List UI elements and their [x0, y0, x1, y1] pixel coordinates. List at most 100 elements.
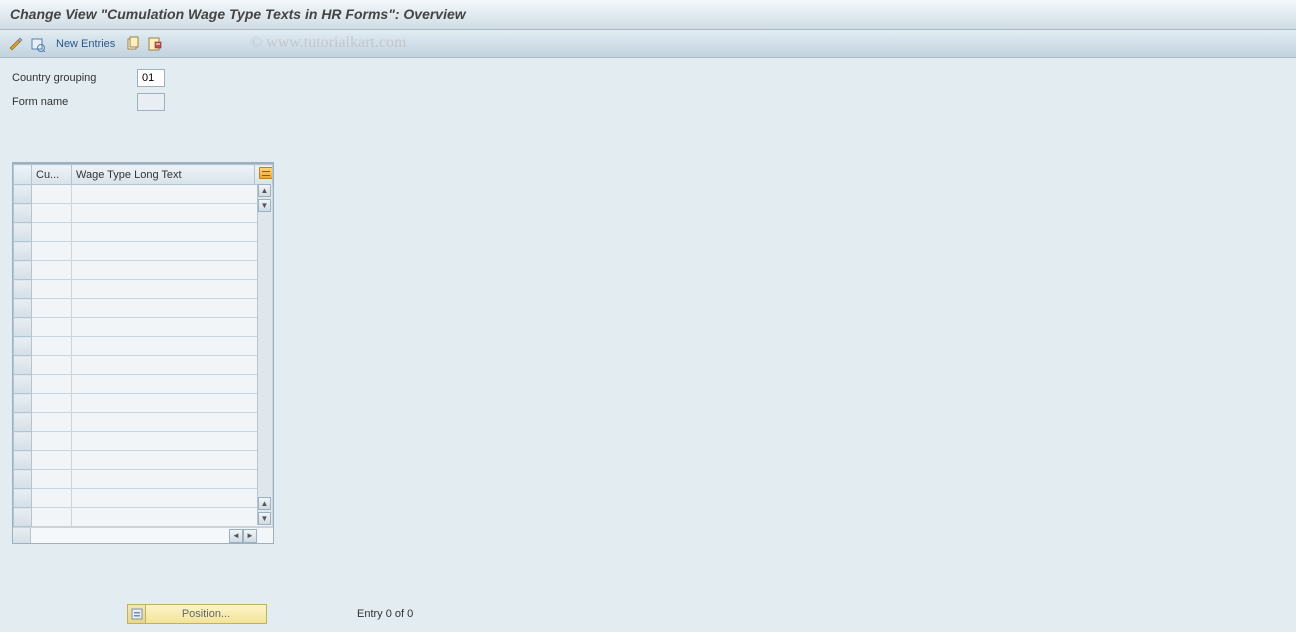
form-name-label: Form name: [12, 96, 137, 108]
select-all-icon[interactable]: [30, 36, 46, 52]
table-vertical-scrollbar[interactable]: ▲ ▼ ▲ ▼: [257, 184, 272, 525]
delete-icon[interactable]: [147, 36, 163, 52]
cell-cu[interactable]: [32, 489, 72, 508]
row-selector[interactable]: [14, 375, 32, 394]
cell-wage-type[interactable]: [72, 318, 273, 337]
scroll-left-icon[interactable]: ◄: [229, 529, 243, 543]
cell-cu[interactable]: [32, 299, 72, 318]
table-row[interactable]: [14, 413, 273, 432]
row-selector[interactable]: [14, 508, 32, 527]
table-row[interactable]: [14, 261, 273, 280]
cell-wage-type[interactable]: [72, 470, 273, 489]
cell-cu[interactable]: [32, 337, 72, 356]
cell-wage-type[interactable]: [72, 242, 273, 261]
table-row[interactable]: [14, 242, 273, 261]
cell-cu[interactable]: [32, 413, 72, 432]
select-all-header[interactable]: [14, 165, 32, 185]
cell-cu[interactable]: [32, 280, 72, 299]
cell-cu[interactable]: [32, 470, 72, 489]
scroll-down2-icon[interactable]: ▼: [258, 512, 271, 525]
row-selector[interactable]: [14, 185, 32, 204]
toolbar: New Entries © www.tutorialkart.com: [0, 30, 1296, 58]
table-row[interactable]: [14, 470, 273, 489]
table-row[interactable]: [14, 223, 273, 242]
table-row[interactable]: [14, 394, 273, 413]
cell-wage-type[interactable]: [72, 451, 273, 470]
cell-cu[interactable]: [32, 432, 72, 451]
cell-cu[interactable]: [32, 204, 72, 223]
cell-cu[interactable]: [32, 451, 72, 470]
cell-wage-type[interactable]: [72, 356, 273, 375]
cell-cu[interactable]: [32, 223, 72, 242]
table-horizontal-scrollbar[interactable]: ◄ ►: [13, 527, 273, 543]
row-selector[interactable]: [14, 356, 32, 375]
cell-wage-type[interactable]: [72, 375, 273, 394]
scroll-up2-icon[interactable]: ▲: [258, 497, 271, 510]
row-selector[interactable]: [14, 261, 32, 280]
scroll-up-icon[interactable]: ▲: [258, 184, 271, 197]
configure-columns-icon[interactable]: [259, 167, 273, 179]
column-wage-type[interactable]: Wage Type Long Text: [72, 165, 255, 185]
row-selector[interactable]: [14, 432, 32, 451]
table-row[interactable]: [14, 375, 273, 394]
country-grouping-label: Country grouping: [12, 72, 137, 84]
table-row[interactable]: [14, 318, 273, 337]
cell-cu[interactable]: [32, 356, 72, 375]
row-selector[interactable]: [14, 242, 32, 261]
cell-wage-type[interactable]: [72, 508, 273, 527]
row-selector[interactable]: [14, 299, 32, 318]
row-selector[interactable]: [14, 318, 32, 337]
hscroll-corner: [13, 528, 31, 543]
column-cu[interactable]: Cu...: [32, 165, 72, 185]
cell-wage-type[interactable]: [72, 185, 273, 204]
row-selector[interactable]: [14, 204, 32, 223]
table-row[interactable]: [14, 280, 273, 299]
page-title: Change View "Cumulation Wage Type Texts …: [10, 6, 466, 22]
row-selector[interactable]: [14, 337, 32, 356]
cell-wage-type[interactable]: [72, 261, 273, 280]
cell-wage-type[interactable]: [72, 223, 273, 242]
change-icon[interactable]: [8, 36, 24, 52]
country-grouping-field[interactable]: [137, 69, 165, 87]
table-row[interactable]: [14, 356, 273, 375]
cell-wage-type[interactable]: [72, 413, 273, 432]
cell-cu[interactable]: [32, 261, 72, 280]
row-selector[interactable]: [14, 470, 32, 489]
table-container: Cu... Wage Type Long Text ▲ ▼ ▲ ▼ ◄ ►: [12, 162, 274, 544]
cell-cu[interactable]: [32, 394, 72, 413]
cell-wage-type[interactable]: [72, 280, 273, 299]
table-row[interactable]: [14, 185, 273, 204]
cell-cu[interactable]: [32, 318, 72, 337]
table-row[interactable]: [14, 451, 273, 470]
cell-wage-type[interactable]: [72, 337, 273, 356]
row-selector[interactable]: [14, 394, 32, 413]
cell-wage-type[interactable]: [72, 299, 273, 318]
cell-wage-type[interactable]: [72, 204, 273, 223]
row-selector[interactable]: [14, 451, 32, 470]
table-row[interactable]: [14, 489, 273, 508]
scroll-down-icon[interactable]: ▼: [258, 199, 271, 212]
cell-cu[interactable]: [32, 375, 72, 394]
cell-cu[interactable]: [32, 185, 72, 204]
position-button[interactable]: Position...: [127, 604, 267, 624]
cell-cu[interactable]: [32, 242, 72, 261]
table-row[interactable]: [14, 432, 273, 451]
table-row[interactable]: [14, 299, 273, 318]
table-row[interactable]: [14, 508, 273, 527]
footer-bar: Position... Entry 0 of 0: [0, 604, 1296, 624]
hscroll-track[interactable]: [31, 528, 229, 543]
row-selector[interactable]: [14, 280, 32, 299]
row-selector[interactable]: [14, 223, 32, 242]
row-selector[interactable]: [14, 413, 32, 432]
table-row[interactable]: [14, 204, 273, 223]
cell-cu[interactable]: [32, 508, 72, 527]
scroll-right-icon[interactable]: ►: [243, 529, 257, 543]
new-entries-button[interactable]: New Entries: [52, 38, 119, 50]
cell-wage-type[interactable]: [72, 394, 273, 413]
table-row[interactable]: [14, 337, 273, 356]
cell-wage-type[interactable]: [72, 489, 273, 508]
table-configure-header[interactable]: [255, 165, 273, 185]
cell-wage-type[interactable]: [72, 432, 273, 451]
row-selector[interactable]: [14, 489, 32, 508]
copy-icon[interactable]: [125, 36, 141, 52]
